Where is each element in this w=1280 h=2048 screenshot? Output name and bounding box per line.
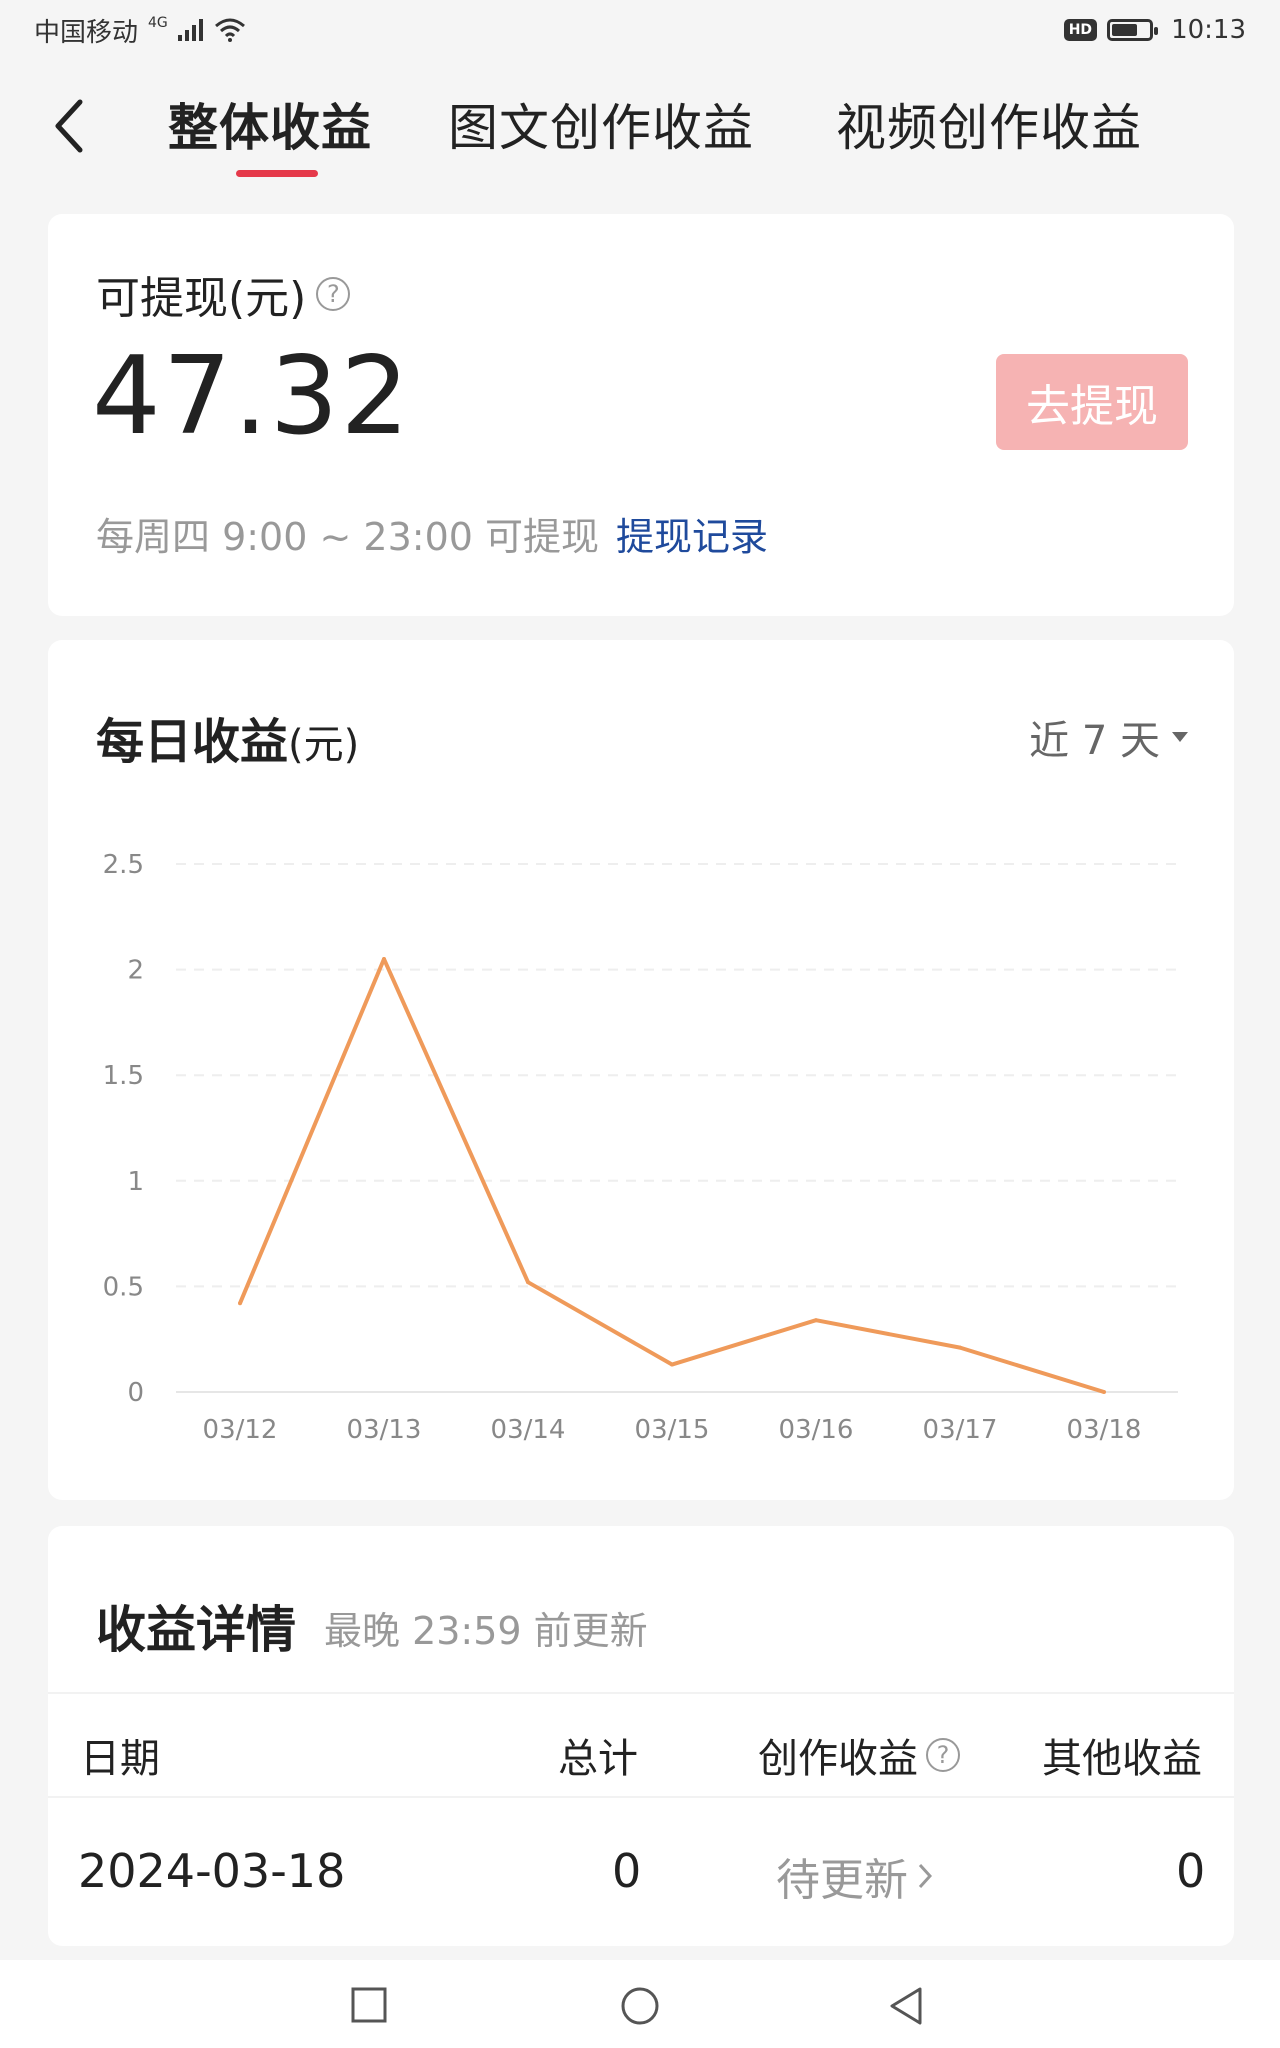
row-date: 2024-03-18 bbox=[78, 1844, 346, 1898]
tab-article-earnings[interactable]: 图文创作收益 bbox=[448, 88, 754, 160]
column-header-creation: 创作收益 bbox=[758, 1736, 918, 1782]
y-tick-label: 1.5 bbox=[103, 1061, 144, 1091]
active-tab-indicator bbox=[236, 170, 318, 177]
withdraw-schedule-note: 每周四 9:00 ~ 23:00 可提现 bbox=[96, 515, 599, 559]
data-point[interactable] bbox=[238, 1301, 242, 1306]
daily-earnings-card: 0 0.5 1 1.5 2 2.5 03/12 03/13 03/14 03/15 03/16 03/… bbox=[48, 640, 1234, 1500]
back-arrow-icon[interactable] bbox=[50, 96, 90, 156]
table-row[interactable]: 2024-03-18 0 待更新 0 bbox=[48, 1798, 1234, 1946]
y-tick-label: 1 bbox=[127, 1167, 144, 1197]
row-other: 0 bbox=[1176, 1844, 1206, 1898]
home-icon[interactable] bbox=[620, 1986, 660, 2026]
clock: 10:13 bbox=[1171, 15, 1246, 45]
earnings-series-line bbox=[238, 957, 1105, 1394]
table-header: 日期 总计 创作收益 ? 其他收益 bbox=[48, 1692, 1234, 1798]
daily-earnings-title-text: 每日收益 bbox=[96, 714, 289, 770]
row-creation: 待更新 bbox=[776, 1855, 908, 1906]
hd-icon: HD bbox=[1063, 19, 1098, 41]
withdrawable-amount: 47.32 bbox=[92, 334, 412, 459]
withdrawable-label: 可提现(元) bbox=[96, 273, 307, 324]
signal-icon bbox=[177, 19, 203, 41]
x-tick-label: 03/16 bbox=[779, 1415, 854, 1445]
column-header-creation-group: 创作收益 ? bbox=[758, 1726, 960, 1784]
details-subtitle: 最晚 23:59 前更新 bbox=[324, 1609, 648, 1653]
data-point[interactable] bbox=[670, 1362, 674, 1367]
x-tick-label: 03/18 bbox=[1067, 1415, 1142, 1445]
carrier-name: 中国移动 bbox=[34, 17, 139, 48]
data-point[interactable] bbox=[526, 1280, 530, 1285]
status-bar: 中国移动 4G HD 10:13 bbox=[0, 0, 1280, 60]
data-point[interactable] bbox=[814, 1318, 818, 1323]
row-total: 0 bbox=[612, 1844, 642, 1898]
withdraw-records-link[interactable]: 提现记录 bbox=[616, 506, 768, 561]
x-tick-label: 03/13 bbox=[347, 1415, 422, 1445]
question-circle-icon[interactable]: ? bbox=[316, 277, 351, 311]
tab-overall-earnings[interactable]: 整体收益 bbox=[168, 88, 372, 160]
withdrawable-label-group: 可提现(元) ? bbox=[96, 262, 351, 326]
x-tick-label: 03/17 bbox=[923, 1415, 998, 1445]
battery-icon bbox=[1107, 19, 1159, 41]
y-tick-label: 2.5 bbox=[103, 850, 144, 880]
data-point[interactable] bbox=[382, 957, 386, 962]
details-title: 收益详情 bbox=[96, 1601, 296, 1659]
column-header-other: 其他收益 bbox=[1042, 1736, 1202, 1782]
x-tick-label: 03/15 bbox=[635, 1415, 710, 1445]
y-tick-label: 2 bbox=[127, 956, 144, 986]
tab-video-earnings[interactable]: 视频创作收益 bbox=[836, 88, 1142, 160]
data-point[interactable] bbox=[1102, 1390, 1106, 1394]
row-creation-group[interactable]: 待更新 bbox=[776, 1844, 932, 1908]
earnings-details-card: 收益详情 最晚 23:59 前更新 日期 总计 创作收益 ? 其他收益 2024… bbox=[48, 1526, 1234, 1946]
data-point[interactable] bbox=[958, 1345, 962, 1350]
column-header-date: 日期 bbox=[80, 1736, 160, 1782]
y-tick-label: 0.5 bbox=[103, 1272, 144, 1302]
question-circle-icon[interactable]: ? bbox=[926, 1738, 960, 1772]
system-nav-bar bbox=[0, 1960, 1280, 2048]
network-type: 4G bbox=[148, 15, 168, 31]
x-tick-label: 03/14 bbox=[491, 1415, 566, 1445]
daily-earnings-title: 每日收益(元) bbox=[96, 702, 359, 772]
balance-card: 可提现(元) ? 47.32 去提现 每周四 9:00 ~ 23:00 可提现 … bbox=[48, 214, 1234, 616]
y-tick-label: 0 bbox=[127, 1378, 144, 1408]
range-selector[interactable]: 近 7 天 bbox=[1029, 708, 1188, 766]
caret-down-icon bbox=[1172, 732, 1188, 742]
wifi-icon bbox=[214, 18, 245, 42]
recent-apps-icon[interactable] bbox=[350, 1986, 388, 2024]
chevron-right-icon bbox=[918, 1863, 932, 1889]
top-nav: 整体收益 图文创作收益 视频创作收益 bbox=[0, 70, 1280, 190]
back-triangle-icon[interactable] bbox=[888, 1986, 924, 2026]
range-label: 近 7 天 bbox=[1029, 718, 1160, 764]
daily-earnings-unit: (元) bbox=[288, 722, 360, 768]
x-tick-label: 03/12 bbox=[203, 1415, 278, 1445]
withdraw-button[interactable]: 去提现 bbox=[996, 354, 1188, 450]
column-header-total: 总计 bbox=[558, 1736, 638, 1782]
